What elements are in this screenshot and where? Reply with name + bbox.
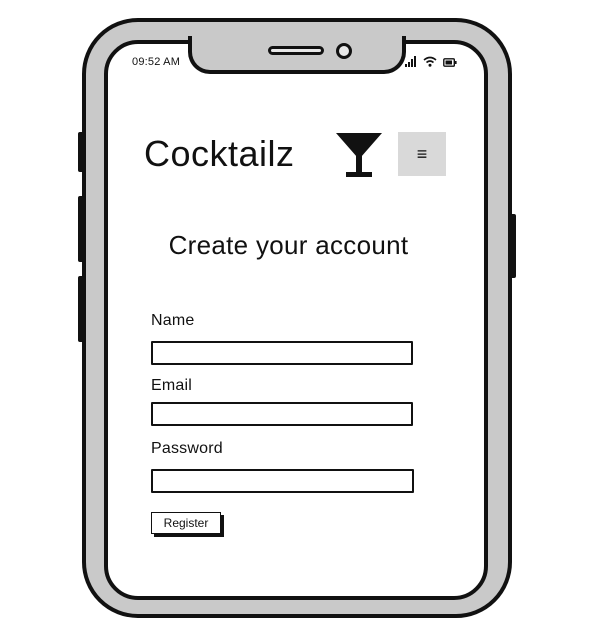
name-label: Name — [151, 312, 195, 329]
status-icons — [405, 55, 457, 67]
status-time: 09:52 AM — [132, 56, 181, 68]
cocktail-glass-icon — [336, 133, 382, 177]
name-field[interactable] — [151, 341, 413, 365]
phone-volume-down-button — [78, 276, 84, 342]
password-label: Password — [151, 440, 223, 457]
email-field[interactable] — [151, 402, 413, 426]
password-field[interactable] — [151, 469, 414, 493]
page-title: Create your account — [168, 230, 409, 260]
hamburger-menu-icon[interactable]: ≡ — [398, 132, 446, 176]
phone-notch — [188, 36, 406, 74]
register-button[interactable]: Register — [151, 512, 221, 534]
brand-logo[interactable]: Cocktailz — [144, 132, 295, 176]
camera-icon — [336, 43, 352, 59]
wifi-icon — [423, 56, 437, 67]
signal-icon — [405, 56, 416, 67]
email-label: Email — [151, 377, 193, 394]
speaker-icon — [268, 46, 324, 55]
phone-side-button — [78, 132, 84, 172]
battery-icon — [443, 58, 457, 67]
